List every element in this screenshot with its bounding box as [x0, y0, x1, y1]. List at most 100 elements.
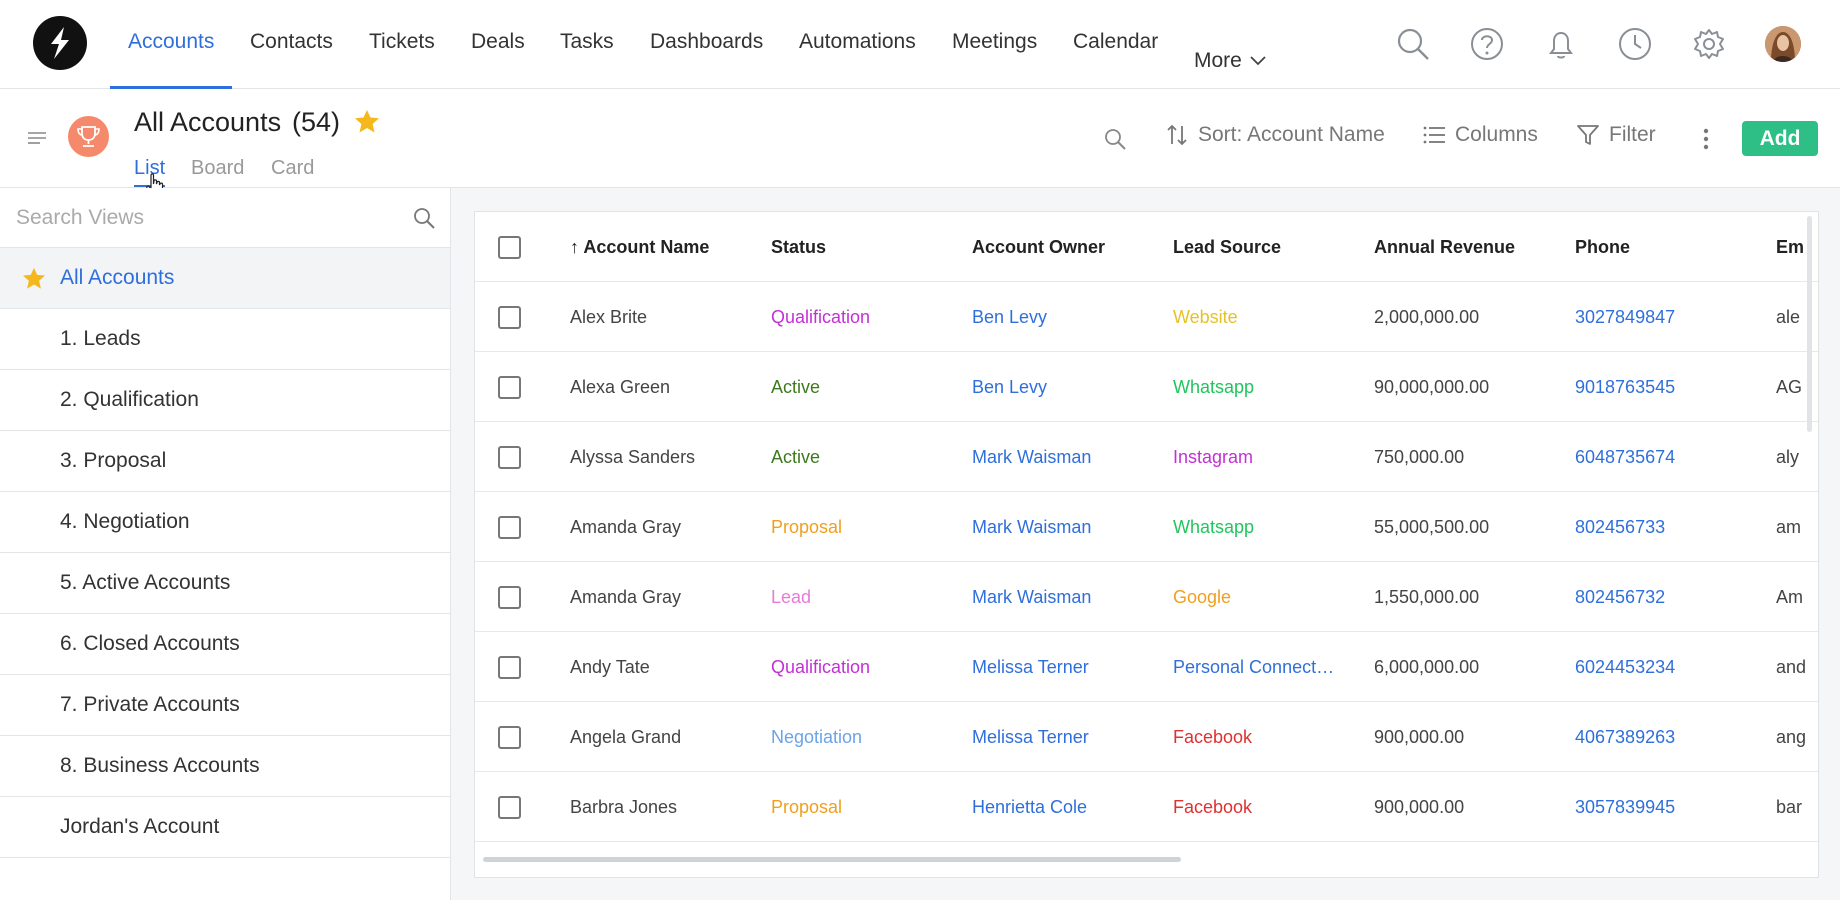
row-checkbox[interactable]	[498, 446, 521, 469]
account-owner-link[interactable]: Henrietta Cole	[972, 772, 1087, 842]
table-row[interactable]: Alyssa Sanders Active Mark Waisman Instagra…	[475, 422, 1818, 492]
star-icon	[22, 267, 46, 289]
accounts-table: ↑ Account Name Status Account Owner Lead…	[474, 211, 1819, 878]
account-owner-link[interactable]: Ben Levy	[972, 282, 1047, 352]
column-header-status[interactable]: Status	[771, 212, 826, 282]
phone-link[interactable]: 802456732	[1575, 562, 1665, 632]
row-checkbox[interactable]	[498, 726, 521, 749]
nav-accounts[interactable]: Accounts	[128, 30, 214, 89]
row-checkbox[interactable]	[498, 306, 521, 329]
table-search-icon[interactable]	[1103, 127, 1127, 151]
table-row[interactable]: Amanda Gray Proposal Mark Waisman Whatsapp 5…	[475, 492, 1818, 562]
view-item-jordans-account[interactable]: Jordan's Account	[0, 797, 450, 858]
table-row[interactable]: Alex Brite Qualification Ben Levy Website 2,…	[475, 282, 1818, 352]
nav-more[interactable]: More	[1194, 31, 1266, 90]
view-item-label: 2. Qualification	[60, 388, 199, 411]
gear-icon[interactable]	[1691, 26, 1727, 62]
clock-icon[interactable]	[1617, 26, 1653, 62]
table-row[interactable]: Angela Grand Negotiation Melissa Terner Fac…	[475, 702, 1818, 772]
sidebar-toggle-icon[interactable]	[28, 131, 46, 145]
phone-link[interactable]: 6048735674	[1575, 422, 1675, 492]
filter-button[interactable]: Filter	[1577, 123, 1656, 147]
column-header-account-owner[interactable]: Account Owner	[972, 212, 1105, 282]
table-row[interactable]: Andy Tate Qualification Melissa Terner Pers…	[475, 632, 1818, 702]
nav-automations[interactable]: Automations	[799, 30, 916, 89]
view-item-active-accounts[interactable]: 5. Active Accounts	[0, 553, 450, 614]
row-checkbox[interactable]	[498, 516, 521, 539]
vertical-scrollbar[interactable]	[1807, 216, 1812, 432]
account-owner-link[interactable]: Mark Waisman	[972, 422, 1091, 492]
more-options-icon[interactable]	[1702, 127, 1710, 151]
star-icon[interactable]	[354, 109, 380, 134]
top-navigation: Accounts Contacts Tickets Deals Tasks Da…	[0, 0, 1840, 89]
view-item-closed-accounts[interactable]: 6. Closed Accounts	[0, 614, 450, 675]
page-header: All Accounts (54) List Board Card Sort: …	[0, 89, 1840, 197]
search-icon[interactable]	[1395, 26, 1431, 62]
phone-link[interactable]: 3057839945	[1575, 772, 1675, 842]
account-owner-link[interactable]: Melissa Terner	[972, 632, 1089, 702]
search-icon[interactable]	[412, 206, 436, 230]
account-owner-link[interactable]: Ben Levy	[972, 352, 1047, 422]
tab-card[interactable]: Card	[271, 157, 314, 180]
view-item-leads[interactable]: 1. Leads	[0, 309, 450, 370]
help-icon[interactable]	[1469, 26, 1505, 62]
table-row[interactable]: Amanda Gray Lead Mark Waisman Google 1,550,0…	[475, 562, 1818, 632]
nav-meetings[interactable]: Meetings	[952, 30, 1037, 89]
view-item-business-accounts[interactable]: 8. Business Accounts	[0, 736, 450, 797]
table-row[interactable]: Barbra Jones Proposal Henrietta Cole Facebo…	[475, 772, 1818, 842]
table-header-row: ↑ Account Name Status Account Owner Lead…	[475, 212, 1818, 282]
filter-icon	[1577, 125, 1599, 145]
bell-icon[interactable]	[1543, 26, 1579, 62]
account-owner-link[interactable]: Melissa Terner	[972, 702, 1089, 772]
nav-tasks[interactable]: Tasks	[560, 30, 614, 89]
view-item-negotiation[interactable]: 4. Negotiation	[0, 492, 450, 553]
view-item-qualification[interactable]: 2. Qualification	[0, 370, 450, 431]
nav-deals[interactable]: Deals	[471, 30, 525, 89]
sort-icon	[1167, 124, 1187, 146]
row-checkbox[interactable]	[498, 586, 521, 609]
column-header-email[interactable]: Em	[1776, 212, 1808, 282]
status-cell: Active	[771, 447, 821, 467]
column-header-annual-revenue[interactable]: Annual Revenue	[1374, 212, 1515, 282]
views-sidebar: All Accounts 1. Leads 2. Qualification 3…	[0, 188, 451, 900]
account-owner-link[interactable]: Mark Waisman	[972, 562, 1091, 632]
nav-calendar[interactable]: Calendar	[1073, 30, 1158, 89]
email-cell: and	[1776, 657, 1807, 677]
tab-board[interactable]: Board	[191, 157, 244, 180]
table-row[interactable]: Alexa Green Active Ben Levy Whatsapp 90,000,…	[475, 352, 1818, 422]
column-header-phone[interactable]: Phone	[1575, 212, 1630, 282]
horizontal-scrollbar[interactable]	[483, 857, 1181, 862]
sort-button[interactable]: Sort: Account Name	[1166, 123, 1385, 147]
row-checkbox[interactable]	[498, 376, 521, 399]
select-all-checkbox[interactable]	[498, 236, 521, 259]
nav-dashboards[interactable]: Dashboards	[650, 30, 763, 89]
phone-link[interactable]: 4067389263	[1575, 702, 1675, 772]
column-header-account-name[interactable]: ↑ Account Name	[570, 212, 709, 282]
phone-link[interactable]: 802456733	[1575, 492, 1665, 562]
account-owner-link[interactable]: Mark Waisman	[972, 492, 1091, 562]
columns-button[interactable]: Columns	[1423, 123, 1538, 147]
phone-link[interactable]: 9018763545	[1575, 352, 1675, 422]
app-logo[interactable]	[33, 16, 87, 70]
phone-link[interactable]: 6024453234	[1575, 632, 1675, 702]
email-cell: aly	[1776, 447, 1800, 467]
search-views-input[interactable]	[16, 202, 396, 234]
view-item-label: 4. Negotiation	[60, 510, 190, 533]
row-checkbox[interactable]	[498, 796, 521, 819]
row-checkbox[interactable]	[498, 656, 521, 679]
user-avatar[interactable]	[1765, 26, 1801, 62]
phone-link[interactable]: 3027849847	[1575, 282, 1675, 352]
add-button[interactable]: Add	[1742, 121, 1818, 156]
account-name-cell: Alyssa Sanders	[570, 447, 696, 467]
lead-source-cell: Google	[1173, 587, 1232, 607]
nav-contacts[interactable]: Contacts	[250, 30, 333, 89]
view-item-proposal[interactable]: 3. Proposal	[0, 431, 450, 492]
column-header-lead-source[interactable]: Lead Source	[1173, 212, 1281, 282]
view-item-private-accounts[interactable]: 7. Private Accounts	[0, 675, 450, 736]
nav-tickets[interactable]: Tickets	[369, 30, 435, 89]
view-item-all-accounts[interactable]: All Accounts	[0, 248, 450, 309]
sort-label: Sort: Account Name	[1198, 123, 1385, 146]
status-cell: Lead	[771, 587, 812, 607]
email-cell: AG	[1776, 377, 1803, 397]
email-cell: ale	[1776, 307, 1801, 327]
